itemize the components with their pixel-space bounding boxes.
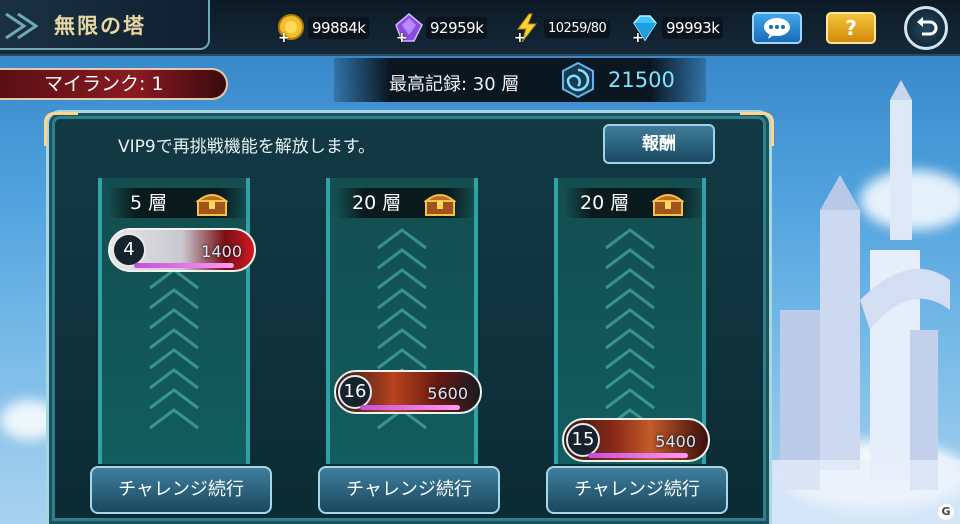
- stamina-resource[interactable]: + 10259/80: [512, 13, 611, 46]
- diamond-icon: +: [630, 13, 660, 46]
- treasure-chest-icon: [424, 194, 456, 216]
- challenge-button-label: チャレンジ続行: [118, 479, 244, 500]
- floor-number: 20 層: [352, 192, 402, 214]
- diamond-value: 99993k: [662, 17, 724, 39]
- title-ornament-icon: [5, 12, 39, 40]
- challenge-button[interactable]: チャレンジ続行: [546, 466, 728, 514]
- player-level: 15: [566, 423, 600, 457]
- treasure-chest-icon: [652, 194, 684, 216]
- page-title: 無限の塔: [54, 14, 146, 38]
- back-button[interactable]: [904, 6, 948, 50]
- my-rank-label: マイランク: 1: [44, 73, 164, 95]
- reward-button[interactable]: 報酬: [603, 124, 715, 164]
- tower-column-2: [326, 178, 478, 464]
- chevron-pattern: [605, 228, 655, 430]
- challenge-button-label: チャレンジ続行: [346, 479, 472, 500]
- floor-label: 5 層: [108, 188, 248, 218]
- player-points: 1400: [201, 242, 242, 261]
- player-level: 4: [112, 233, 146, 267]
- gold-resource[interactable]: + 99884k: [276, 13, 370, 46]
- lightning-stamina-icon: +: [512, 13, 542, 46]
- chat-bubble-icon: [764, 18, 790, 39]
- floor-number: 5 層: [130, 192, 168, 214]
- purple-gem-icon: +: [394, 13, 424, 46]
- gem-resource[interactable]: + 92959k: [394, 13, 488, 46]
- best-record-label: 最高記録: 30 層: [389, 74, 520, 95]
- chat-button[interactable]: [752, 12, 802, 44]
- best-record-score: 21500: [608, 68, 675, 92]
- player-gauge: [360, 405, 460, 410]
- diamond-resource[interactable]: + 99993k: [630, 13, 724, 46]
- floor-number: 20 層: [580, 192, 630, 214]
- floor-label: 20 層: [564, 188, 704, 218]
- player-points: 5400: [655, 432, 696, 451]
- sky-castle-illustration: [760, 80, 960, 524]
- return-arrow-icon: [917, 17, 938, 36]
- help-label: ?: [845, 16, 857, 40]
- player-gauge: [588, 453, 688, 458]
- title-plate: 無限の塔: [0, 0, 210, 50]
- gem-value: 92959k: [426, 17, 488, 39]
- tower-column-1: [98, 178, 250, 464]
- my-rank-bar: マイランク: 1: [0, 68, 228, 100]
- player-gauge: [134, 263, 234, 268]
- player-marker[interactable]: 15 5400: [562, 418, 710, 462]
- player-marker[interactable]: 16 5600: [334, 370, 482, 414]
- gold-coin-icon: +: [276, 13, 306, 46]
- challenge-button-label: チャレンジ続行: [574, 479, 700, 500]
- treasure-chest-icon: [196, 194, 228, 216]
- help-button[interactable]: ?: [826, 12, 876, 44]
- stamina-value: 10259/80: [544, 18, 611, 38]
- player-marker[interactable]: 4 1400: [108, 228, 256, 272]
- challenge-button[interactable]: チャレンジ続行: [90, 466, 272, 514]
- vip-notice: VIP9で再挑戦機能を解放します。: [118, 137, 376, 157]
- panel-corner-ornament: [740, 112, 774, 146]
- reward-button-label: 報酬: [642, 134, 676, 154]
- challenge-button[interactable]: チャレンジ続行: [318, 466, 500, 514]
- panel-corner-ornament: [44, 112, 78, 146]
- floor-label: 20 層: [336, 188, 476, 218]
- best-record-bar: 最高記録: 30 層 21500: [334, 58, 706, 102]
- gold-value: 99884k: [308, 17, 370, 39]
- player-points: 5600: [427, 384, 468, 403]
- player-level: 16: [338, 375, 372, 409]
- vortex-icon: [562, 62, 594, 98]
- site-watermark-icon: G: [938, 504, 954, 520]
